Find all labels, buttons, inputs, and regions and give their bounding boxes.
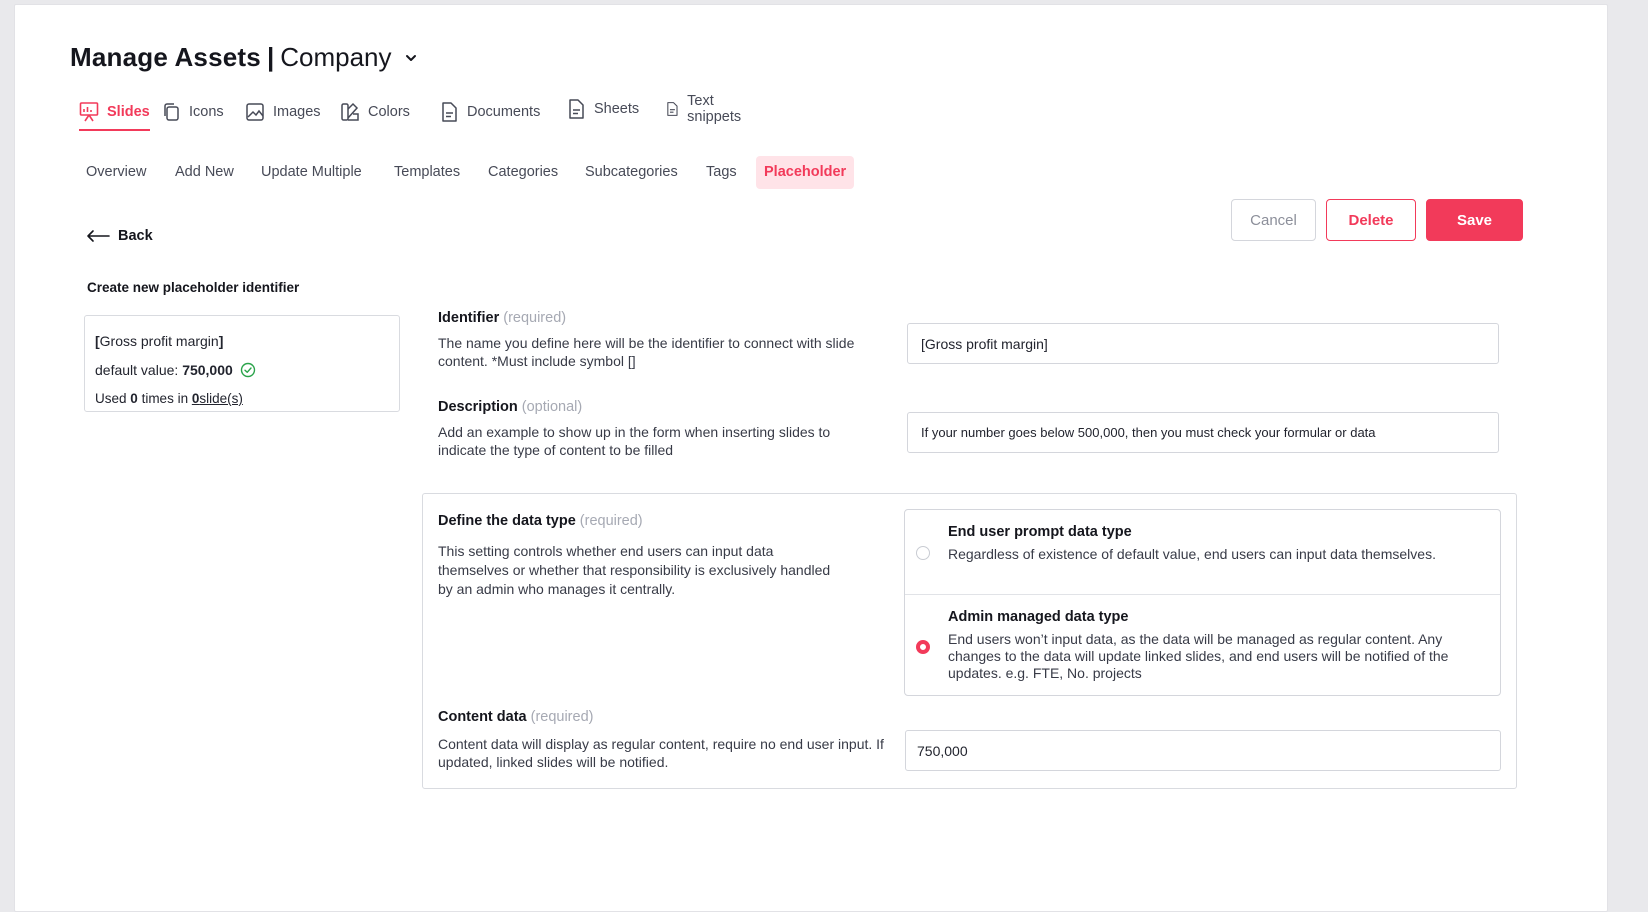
required-tag: (required) [579, 513, 643, 529]
option-description: Regardless of existence of default value… [948, 546, 1436, 562]
copy-icon [164, 103, 179, 121]
required-tag: (required) [503, 310, 567, 326]
subtab-templates[interactable]: Templates [390, 156, 464, 189]
identifier-input[interactable]: [Gross profit margin] [907, 323, 1499, 364]
subtab-add-new[interactable]: Add New [171, 156, 238, 189]
default-value: 750,000 [182, 361, 233, 378]
data-type-help: This setting controls whether end users … [438, 543, 831, 597]
slides-link[interactable]: slide(s) [199, 391, 243, 406]
text-document-icon [667, 102, 678, 116]
identifier-label: Identifier (required) [438, 310, 566, 326]
placeholder-preview-card: [Gross profit margin] default value: 750… [84, 315, 400, 412]
option-end-user-prompt[interactable]: End user prompt data type Regardless of … [905, 510, 1500, 594]
description-label-text: Description [438, 399, 518, 415]
used-mid: times in [141, 391, 189, 406]
data-type-options: End user prompt data type Regardless of … [904, 509, 1501, 696]
tab-label: Icons [189, 104, 224, 120]
tab-label: Documents [467, 104, 541, 120]
option-title: Admin managed data type [948, 609, 1129, 625]
option-admin-managed[interactable]: Admin managed data type End users won’t … [905, 595, 1500, 696]
color-swatch-icon [341, 102, 359, 121]
arrow-left-icon [87, 230, 110, 242]
subtab-update-multiple[interactable]: Update Multiple [257, 156, 366, 189]
tab-icons[interactable]: Icons [161, 98, 224, 126]
tab-label: Colors [368, 104, 410, 120]
company-selector[interactable]: Company [280, 42, 391, 73]
data-type-label: Define the data type (required) [438, 513, 643, 529]
optional-tag: (optional) [521, 399, 583, 415]
identifier-name: Gross profit margin [99, 332, 219, 349]
page-title-row: Manage Assets | Company [70, 42, 418, 73]
radio-admin-managed[interactable] [916, 640, 930, 654]
tab-documents[interactable]: Documents [439, 98, 540, 126]
delete-button[interactable]: Delete [1326, 199, 1416, 241]
tab-label: Text snippets [687, 93, 742, 125]
identifier-help: The name you define here will be the ide… [438, 335, 855, 369]
sheet-icon [569, 99, 584, 119]
preview-usage: Used 0 times in 0 slide(s) [95, 384, 389, 413]
option-description: End users won’t input data, as the data … [948, 631, 1449, 681]
preview-default-value: default value: 750,000 [95, 355, 389, 384]
data-type-label-text: Define the data type [438, 513, 576, 529]
tab-sheets[interactable]: Sheets [566, 95, 639, 123]
content-data-label-text: Content data [438, 709, 527, 725]
check-circle-icon [240, 362, 255, 377]
description-help: Add an example to show up in the form wh… [438, 424, 831, 458]
subtab-overview[interactable]: Overview [82, 156, 150, 189]
subtab-categories[interactable]: Categories [484, 156, 562, 189]
presentation-icon [79, 102, 99, 122]
subtab-placeholder[interactable]: Placeholder [756, 156, 855, 189]
tab-colors[interactable]: Colors [340, 98, 410, 126]
tab-label: Sheets [594, 101, 640, 117]
tab-label: Slides [107, 104, 150, 120]
tab-text-snippets[interactable]: Text snippets [665, 93, 747, 125]
radio-end-user-prompt[interactable] [916, 546, 930, 560]
subtab-tags[interactable]: Tags [702, 156, 741, 189]
chevron-down-icon[interactable] [404, 51, 418, 65]
used-prefix: Used [95, 391, 127, 406]
used-count: 0 [130, 391, 138, 406]
cancel-button[interactable]: Cancel [1231, 199, 1316, 241]
subtab-subcategories[interactable]: Subcategories [581, 156, 682, 189]
content-data-input[interactable]: 750,000 [905, 730, 1501, 771]
image-icon [246, 103, 264, 121]
save-button[interactable]: Save [1426, 199, 1523, 241]
preview-identifier: [Gross profit margin] [95, 326, 389, 355]
identifier-label-text: Identifier [438, 310, 500, 326]
tab-label: Images [273, 104, 321, 120]
left-panel-title: Create new placeholder identifier [87, 280, 300, 295]
page-title: Manage Assets [70, 42, 261, 72]
slide-count[interactable]: 0 [192, 391, 200, 406]
document-icon [442, 102, 457, 122]
content-data-label: Content data (required) [438, 709, 593, 725]
title-separator: | [266, 42, 275, 72]
description-input[interactable]: If your number goes below 500,000, then … [907, 412, 1499, 453]
content-data-help: Content data will display as regular con… [438, 736, 884, 770]
back-label: Back [118, 228, 153, 244]
option-title: End user prompt data type [948, 524, 1132, 540]
default-label: default value: [95, 361, 179, 378]
bracket-close: ] [218, 332, 224, 349]
description-label: Description (optional) [438, 399, 582, 415]
tab-slides[interactable]: Slides [79, 98, 150, 131]
required-tag: (required) [530, 709, 594, 725]
tab-images[interactable]: Images [245, 98, 321, 126]
back-link[interactable]: Back [86, 228, 153, 244]
